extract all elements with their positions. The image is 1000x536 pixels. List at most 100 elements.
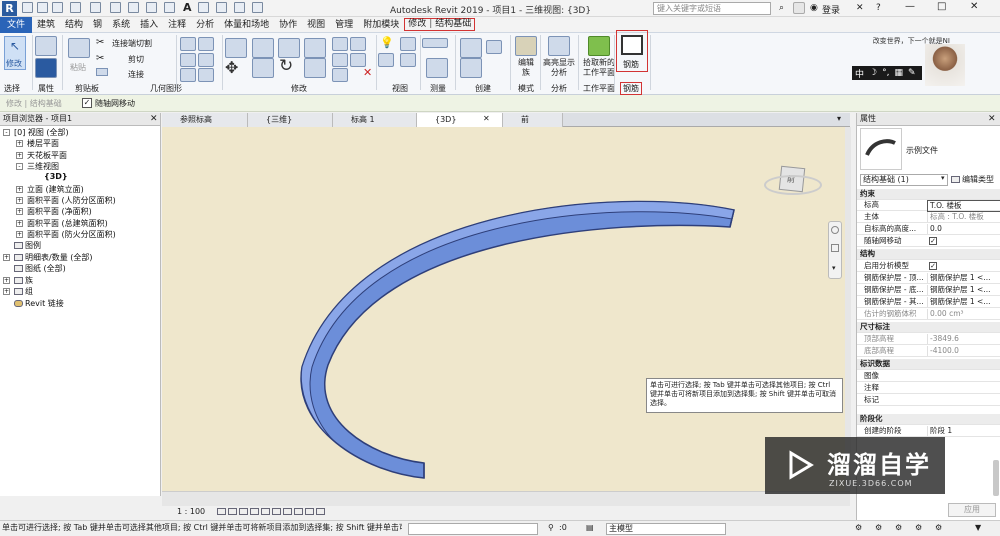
delete-icon[interactable]: ✕	[363, 66, 372, 79]
group-identity[interactable]: 标识数据	[857, 359, 1000, 370]
mirror-pick-icon[interactable]	[278, 38, 300, 58]
geometry-icon-3[interactable]	[180, 53, 196, 67]
array-icon[interactable]	[350, 37, 366, 51]
offset-icon[interactable]	[252, 38, 274, 58]
match-icon[interactable]	[96, 68, 108, 76]
create-similar-icon[interactable]	[460, 58, 482, 78]
shadows-icon[interactable]	[250, 507, 260, 515]
view-tab-level-1[interactable]: 标高 1	[333, 113, 417, 127]
collapse-icon[interactable]: -	[16, 163, 23, 170]
highlight-analysis-icon[interactable]	[548, 36, 570, 56]
scale-icon[interactable]	[332, 37, 348, 51]
view-tab-front[interactable]: 前	[503, 113, 563, 127]
copy-icon[interactable]	[252, 58, 274, 78]
type-name[interactable]: 示例文件	[906, 145, 938, 156]
panel-clipboard[interactable]: 剪贴板	[75, 83, 99, 94]
prop-value[interactable]: 钢筋保护层 1 <...	[927, 297, 1000, 307]
close-button[interactable]: ✕	[970, 1, 978, 12]
expand-icon[interactable]: +	[3, 254, 10, 261]
visual-style-icon[interactable]	[228, 507, 238, 515]
drag-elements-icon[interactable]: ⚙	[935, 521, 942, 535]
close-hidden-icon[interactable]	[252, 2, 263, 13]
split-icon[interactable]	[304, 58, 326, 78]
tab-addins[interactable]: 附加模块	[358, 17, 404, 33]
help-icon[interactable]: ?	[876, 3, 881, 13]
override-icon[interactable]	[378, 53, 394, 67]
measure-tool-icon[interactable]	[422, 38, 448, 48]
tab-analyze[interactable]: 分析	[191, 17, 219, 33]
text-icon[interactable]: A	[183, 1, 192, 14]
select-links-icon[interactable]: ⚙	[855, 521, 862, 535]
tab-view[interactable]: 视图	[302, 17, 330, 33]
tree-schedules[interactable]: + 明细表/数量 (全部)	[3, 252, 92, 263]
view-tab-3d-brace[interactable]: {三维}	[248, 113, 333, 127]
tab-annotate[interactable]: 注释	[163, 17, 191, 33]
tree-3d-view-item[interactable]: {3D}	[44, 172, 68, 181]
view-scale[interactable]: 1 : 100	[177, 507, 205, 516]
select-by-face-icon[interactable]: ⚙	[915, 521, 922, 535]
tree-floor-plans[interactable]: + 楼层平面	[16, 138, 59, 149]
edit-family-label[interactable]: 编辑族	[515, 58, 537, 78]
steering-wheel-icon[interactable]	[831, 226, 839, 234]
tab-manage[interactable]: 管理	[330, 17, 358, 33]
tab-close-icon[interactable]: ✕	[483, 114, 490, 123]
select-underlay-icon[interactable]: ⚙	[875, 521, 882, 535]
tab-steel[interactable]: 钢	[88, 17, 107, 33]
move-grid-checkbox[interactable]: ✓	[929, 237, 937, 245]
tree-3d-views[interactable]: - 三维视图	[16, 161, 59, 172]
maximize-button[interactable]: □	[937, 1, 946, 12]
panel-modify[interactable]: 修改	[291, 83, 307, 94]
workset-select[interactable]	[408, 523, 538, 535]
panel-create[interactable]: 创建	[475, 83, 491, 94]
minimize-button[interactable]: —	[905, 1, 915, 12]
instance-filter-select[interactable]: 结构基础 (1)	[860, 174, 948, 186]
open-icon[interactable]	[22, 2, 33, 13]
align-icon[interactable]	[225, 38, 247, 58]
join-label[interactable]: 连接	[128, 69, 144, 80]
3d-viewport[interactable]: 前 ▾	[162, 127, 850, 491]
sign-in-link[interactable]: 登录	[822, 3, 840, 16]
move-with-grids-checkbox[interactable]: ✓	[82, 98, 92, 108]
zoom-icon[interactable]	[831, 244, 839, 252]
panel-workplane[interactable]: 工作平面	[583, 83, 615, 94]
geometry-icon-2[interactable]	[198, 37, 214, 51]
unpin-icon[interactable]	[350, 53, 366, 67]
view-tool-icon[interactable]	[400, 37, 416, 51]
print-icon[interactable]	[110, 2, 121, 13]
split-gap-icon[interactable]	[332, 68, 348, 82]
redo-icon[interactable]	[90, 2, 101, 13]
dimension-tool-icon[interactable]	[426, 58, 448, 78]
geometry-icon-5[interactable]	[180, 68, 196, 82]
join-cut-label[interactable]: 连接端切割	[112, 38, 152, 49]
search-input[interactable]: 键入关键字或短语	[653, 2, 771, 15]
subscription-icon[interactable]	[793, 2, 805, 14]
expand-icon[interactable]: +	[16, 220, 23, 227]
pick-plane-icon[interactable]	[588, 36, 610, 56]
thin-lines-icon[interactable]	[234, 2, 245, 13]
tabs-menu-icon[interactable]: ▾	[837, 114, 841, 123]
properties-scroll-thumb[interactable]	[993, 460, 999, 496]
tree-groups[interactable]: + 组	[3, 286, 33, 297]
panel-properties[interactable]: 属性	[38, 83, 54, 94]
user-icon[interactable]: ◉	[810, 3, 818, 13]
create-parts-icon[interactable]	[486, 40, 502, 54]
design-options-icon[interactable]: ▤	[586, 521, 594, 535]
pin-icon[interactable]	[332, 53, 348, 67]
tab-systems[interactable]: 系统	[107, 17, 135, 33]
section-icon[interactable]	[216, 2, 227, 13]
panel-select[interactable]: 选择	[4, 83, 20, 94]
linework-icon[interactable]	[400, 53, 416, 67]
viewcube-ring[interactable]	[764, 175, 822, 195]
detail-level-icon[interactable]	[217, 507, 227, 515]
prop-value[interactable]: 阶段 1	[927, 426, 1000, 436]
highlight-analysis-label[interactable]: 高亮显示分析	[541, 58, 577, 78]
expand-icon[interactable]: +	[16, 231, 23, 238]
prop-value[interactable]: 0.0	[927, 224, 1000, 234]
tree-elevations[interactable]: + 立面 (建筑立面)	[16, 184, 84, 195]
tab-collaborate[interactable]: 协作	[274, 17, 302, 33]
cut-icon[interactable]: ✂	[96, 53, 104, 64]
panel-mode[interactable]: 模式	[518, 83, 534, 94]
undo-icon[interactable]	[70, 2, 81, 13]
move-icon[interactable]: ✥	[225, 58, 238, 77]
navigation-bar[interactable]: ▾	[828, 221, 842, 279]
